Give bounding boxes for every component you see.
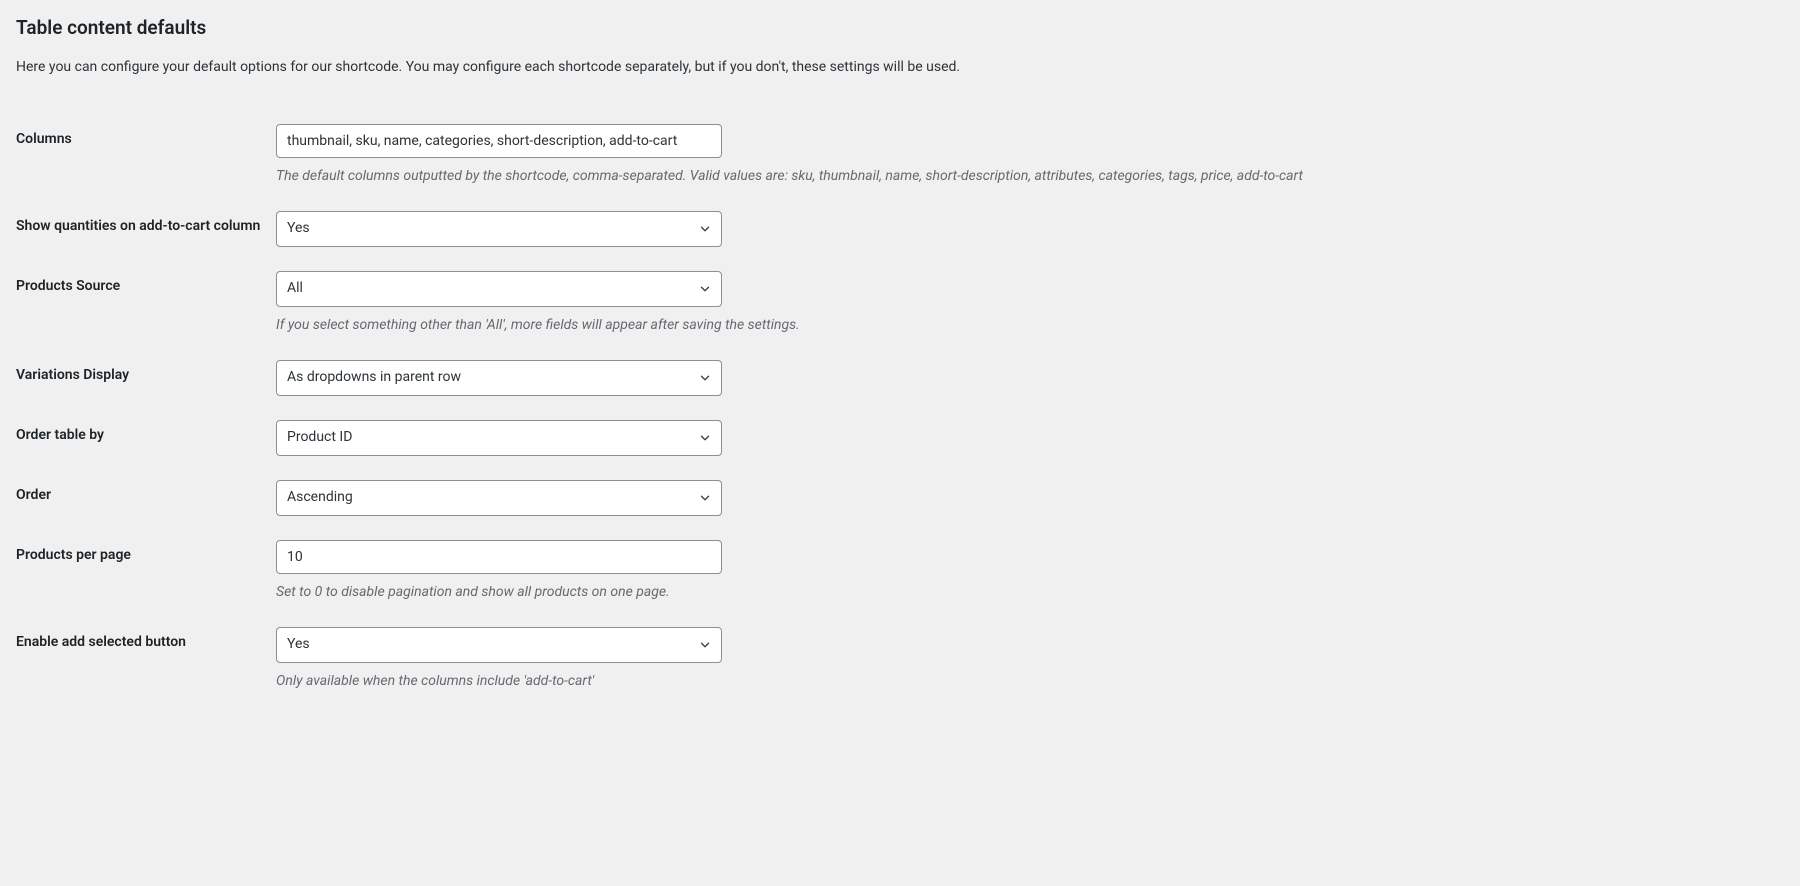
label-order: Order (16, 468, 276, 528)
row-products-per-page: Products per page Set to 0 to disable pa… (16, 528, 1784, 615)
row-order-by: Order table by Product ID (16, 408, 1784, 468)
columns-input[interactable] (276, 124, 722, 158)
label-order-by: Order table by (16, 408, 276, 468)
label-products-per-page: Products per page (16, 528, 276, 615)
order-select[interactable]: Ascending (276, 480, 722, 516)
label-show-quantities: Show quantities on add-to-cart column (16, 199, 276, 259)
label-products-source: Products Source (16, 259, 276, 348)
products-source-select[interactable]: All (276, 271, 722, 307)
help-products-source: If you select something other than 'All'… (276, 315, 1774, 336)
row-enable-add-selected: Enable add selected button Yes Only avai… (16, 615, 1784, 704)
show-quantities-select[interactable]: Yes (276, 211, 722, 247)
row-show-quantities: Show quantities on add-to-cart column Ye… (16, 199, 1784, 259)
order-by-select[interactable]: Product ID (276, 420, 722, 456)
label-variations-display: Variations Display (16, 348, 276, 408)
enable-add-selected-select[interactable]: Yes (276, 627, 722, 663)
row-order: Order Ascending (16, 468, 1784, 528)
products-per-page-input[interactable] (276, 540, 722, 574)
label-enable-add-selected: Enable add selected button (16, 615, 276, 704)
variations-display-select[interactable]: As dropdowns in parent row (276, 360, 722, 396)
help-enable-add-selected: Only available when the columns include … (276, 671, 1774, 692)
help-products-per-page: Set to 0 to disable pagination and show … (276, 582, 1774, 603)
label-columns: Columns (16, 112, 276, 199)
section-description: Here you can configure your default opti… (16, 57, 1784, 78)
row-columns: Columns The default columns outputted by… (16, 112, 1784, 199)
row-products-source: Products Source All If you select someth… (16, 259, 1784, 348)
settings-form-table: Columns The default columns outputted by… (16, 112, 1784, 704)
section-title: Table content defaults (16, 16, 1784, 39)
row-variations-display: Variations Display As dropdowns in paren… (16, 348, 1784, 408)
help-columns: The default columns outputted by the sho… (276, 166, 1774, 187)
